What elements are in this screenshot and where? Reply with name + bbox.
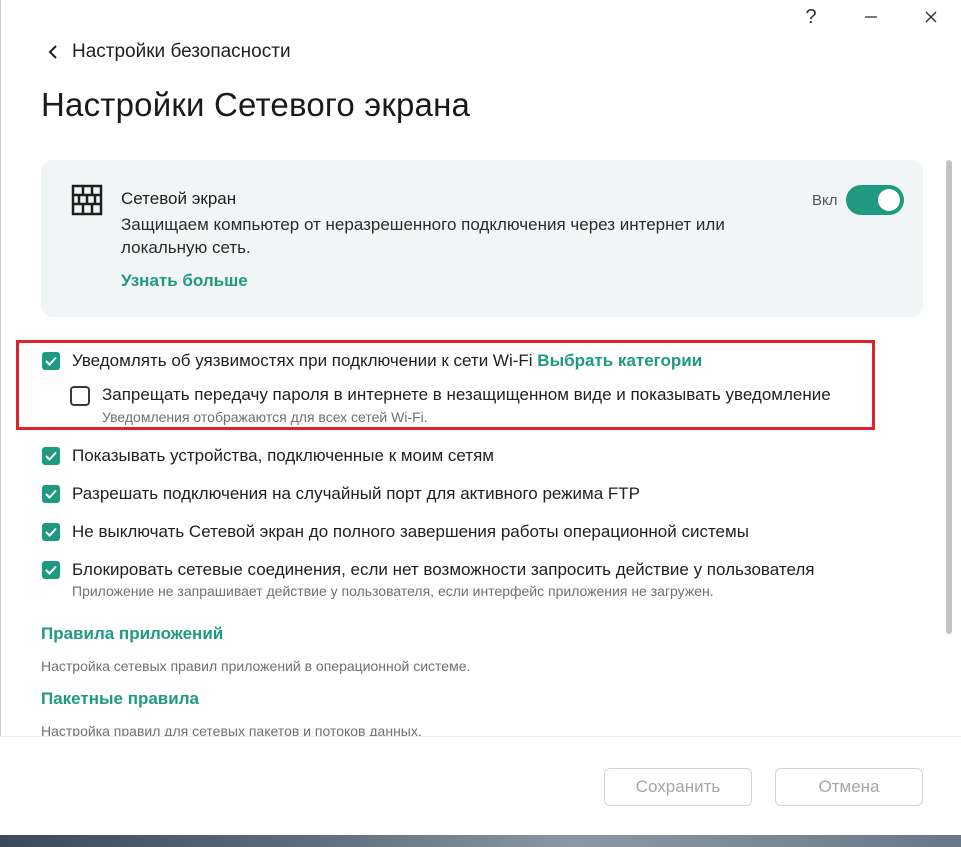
highlight-annotation: [16, 340, 875, 430]
checkbox-keep-firewall-on[interactable]: [42, 523, 60, 541]
firewall-card: Сетевой экран Защищаем компьютер от нера…: [41, 160, 923, 317]
footer: Сохранить Отмена: [0, 737, 961, 835]
option-keep-firewall-on: Не выключать Сетевой экран до полного за…: [42, 522, 749, 542]
close-icon: [925, 11, 937, 23]
firewall-description: Защищаем компьютер от неразрешенного под…: [121, 215, 725, 257]
window-controls: ?: [781, 0, 961, 34]
toggle-state-label: Вкл: [812, 192, 838, 209]
cancel-button[interactable]: Отмена: [775, 768, 923, 806]
packet-rules-link[interactable]: Пакетные правила: [41, 689, 199, 709]
option-label: Разрешать подключения на случайный порт …: [72, 484, 641, 503]
checkbox-show-devices[interactable]: [42, 447, 60, 465]
page-title: Настройки Сетевого экрана: [41, 86, 471, 123]
minimize-icon: [865, 16, 877, 18]
checkbox-block-connections[interactable]: [42, 561, 60, 579]
chevron-left-icon: [48, 45, 62, 59]
checkmark-icon: [45, 489, 57, 499]
option-show-devices: Показывать устройства, подключенные к мо…: [42, 446, 494, 466]
option-label: Блокировать сетевые соединения, если нет…: [72, 560, 815, 579]
option-hint: Приложение не запрашивает действие у пол…: [72, 583, 714, 599]
desktop-background: [0, 835, 961, 847]
checkmark-icon: [45, 527, 57, 537]
option-block-connections: Блокировать сетевые соединения, если нет…: [42, 560, 814, 600]
save-button[interactable]: Сохранить: [604, 768, 752, 806]
option-label: Показывать устройства, подключенные к мо…: [72, 446, 494, 465]
scrollbar-thumb[interactable]: [946, 160, 952, 634]
help-button[interactable]: ?: [781, 0, 841, 34]
toggle-knob: [878, 189, 900, 211]
firewall-title: Сетевой экран: [121, 189, 237, 208]
minimize-button[interactable]: [841, 0, 901, 34]
window-border: [0, 0, 1, 835]
help-icon: ?: [805, 5, 817, 28]
checkmark-icon: [45, 451, 57, 461]
option-ftp-random-port: Разрешать подключения на случайный порт …: [42, 484, 640, 504]
application-rules-desc: Настройка сетевых правил приложений в оп…: [41, 658, 471, 674]
learn-more-link[interactable]: Узнать больше: [121, 271, 248, 291]
brick-wall-icon: [71, 184, 103, 216]
back-link-label: Настройки безопасности: [72, 41, 291, 62]
firewall-toggle[interactable]: [846, 185, 904, 215]
checkbox-ftp-random-port[interactable]: [42, 485, 60, 503]
back-link[interactable]: Настройки безопасности: [48, 41, 291, 63]
option-label: Не выключать Сетевой экран до полного за…: [72, 522, 749, 541]
application-rules-link[interactable]: Правила приложений: [41, 624, 223, 644]
checkmark-icon: [45, 565, 57, 575]
close-button[interactable]: [901, 0, 961, 34]
